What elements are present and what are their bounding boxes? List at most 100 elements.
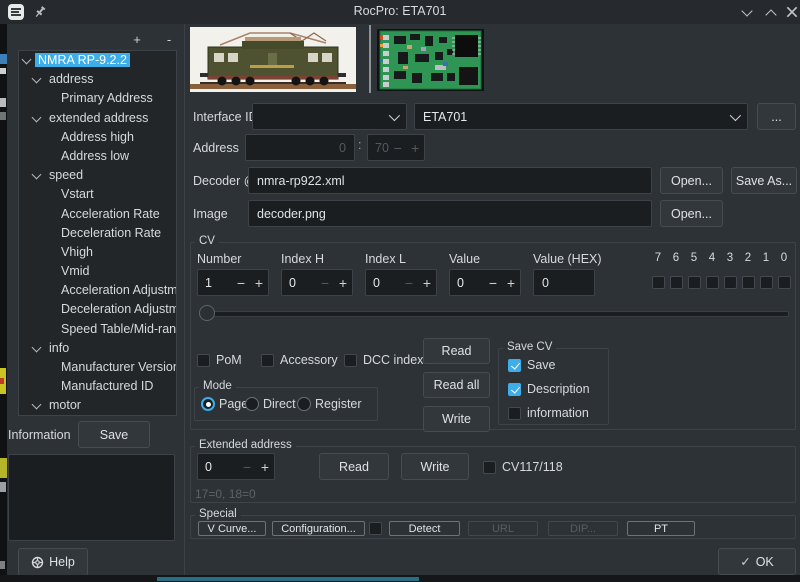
chevron-down-icon[interactable] (32, 342, 42, 352)
address-low-field[interactable]: 0 (245, 134, 355, 161)
tree-item-vmid[interactable]: Vmid (19, 262, 176, 281)
configuration-checkbox[interactable] (369, 522, 382, 535)
tree-item-manufactured-id[interactable]: Manufactured ID (19, 377, 176, 396)
bit-checkbox[interactable] (778, 276, 791, 289)
tree-item-info[interactable]: info (19, 339, 176, 358)
chevron-down-icon[interactable] (32, 170, 42, 180)
information-checkbox[interactable] (508, 407, 521, 420)
slider-handle[interactable] (199, 305, 215, 321)
tree-item-primary-address[interactable]: Primary Address (19, 89, 176, 108)
description-checkbox[interactable] (508, 383, 521, 396)
tree-item-vhigh[interactable]: Vhigh (19, 243, 176, 262)
tree-item-address[interactable]: address (19, 70, 176, 89)
register-radio[interactable] (297, 397, 311, 411)
tree-item-deceleration-rate[interactable]: Deceleration Rate (19, 224, 176, 243)
decrement-button[interactable]: − (238, 459, 256, 475)
read-all-button[interactable]: Read all (423, 372, 490, 398)
write-button[interactable]: Write (423, 406, 490, 432)
tree-item-deceleration-adjustme[interactable]: Deceleration Adjustme (19, 300, 176, 319)
dip-button[interactable]: DIP... (548, 521, 618, 536)
information-textarea[interactable] (8, 454, 175, 541)
tree-add-button[interactable]: + (128, 33, 146, 48)
tree-remove-button[interactable]: - (160, 33, 178, 48)
interface-id-select[interactable] (252, 103, 407, 130)
chevron-down-icon[interactable] (22, 55, 32, 65)
checkbox-label: Accessory (280, 353, 338, 367)
tree-item-address-high[interactable]: Address high (19, 128, 176, 147)
bit-checkbox[interactable] (742, 276, 755, 289)
v-curve-button[interactable]: V Curve... (198, 521, 266, 536)
pom-checkbox[interactable] (197, 354, 210, 367)
increment-button[interactable]: + (418, 275, 436, 291)
dcc-index-checkbox[interactable] (344, 354, 357, 367)
save-checkbox[interactable] (508, 359, 521, 372)
tree-item-nmra-rp-9-2-2[interactable]: NMRA RP-9.2.2 (19, 51, 176, 70)
decrement-button[interactable]: − (484, 275, 502, 291)
panel-splitter[interactable] (184, 24, 185, 575)
tree-item-address-low[interactable]: Address low (19, 147, 176, 166)
pt-button[interactable]: PT (627, 521, 695, 536)
more-button[interactable]: ... (757, 103, 796, 130)
bit-checkbox[interactable] (652, 276, 665, 289)
information-save-button[interactable]: Save (78, 421, 150, 448)
cv-number-spinner[interactable]: 1−+ (197, 269, 269, 296)
increment-button[interactable]: + (250, 275, 268, 291)
decoder-name-select[interactable]: ETA701 (414, 103, 748, 130)
address-high-spinner[interactable]: 70 − + (367, 134, 425, 161)
chevron-down-icon[interactable] (32, 112, 42, 122)
cv-value-spinner[interactable]: 0−+ (449, 269, 521, 296)
decrement-button[interactable]: − (232, 275, 250, 291)
decoder-tree[interactable]: NMRA RP-9.2.2addressPrimary Addressexten… (18, 50, 177, 416)
tree-item-motor[interactable]: motor (19, 396, 176, 415)
decoder-open-button[interactable]: Open... (660, 167, 723, 194)
ok-button[interactable]: ✓ OK (718, 548, 796, 575)
save-cv-options: SaveDescriptioninformation (508, 356, 606, 422)
decrement-button[interactable]: − (389, 140, 407, 156)
decoder-file-input[interactable] (248, 167, 652, 194)
tree-item-extended-address[interactable]: extended address (19, 109, 176, 128)
decrement-button[interactable]: − (316, 275, 334, 291)
increment-button[interactable]: + (502, 275, 520, 291)
tree-item-acceleration-adjustme[interactable]: Acceleration Adjustme (19, 281, 176, 300)
decoder-saveas-button[interactable]: Save As... (731, 167, 797, 194)
decrement-button[interactable]: − (400, 275, 418, 291)
direct-radio[interactable] (245, 397, 259, 411)
tree-item-speed-table-mid-rang[interactable]: Speed Table/Mid-rang (19, 320, 176, 339)
configuration-button[interactable]: Configuration... (272, 521, 365, 536)
page-radio[interactable] (201, 397, 215, 411)
cv-index-l-spinner[interactable]: 0−+ (365, 269, 437, 296)
cv-index-h-spinner[interactable]: 0−+ (281, 269, 353, 296)
bit-checkbox[interactable] (706, 276, 719, 289)
extended-address-spinner[interactable]: 0 − + (197, 453, 275, 480)
accessory-checkbox[interactable] (261, 354, 274, 367)
increment-button[interactable]: + (406, 140, 424, 156)
extended-read-button[interactable]: Read (319, 453, 389, 480)
detect-button[interactable]: Detect (389, 521, 460, 536)
image-open-button[interactable]: Open... (660, 200, 723, 227)
url-button[interactable]: URL (468, 521, 538, 536)
tree-item-speed[interactable]: speed (19, 166, 176, 185)
titlebar[interactable]: RocPro: ETA701 (0, 0, 800, 24)
chevron-down-icon[interactable] (32, 74, 42, 84)
maximize-button[interactable] (764, 5, 778, 19)
increment-button[interactable]: + (256, 459, 274, 475)
tree-item-manufacturer-version[interactable]: Manufacturer Version (19, 358, 176, 377)
bit-checkbox[interactable] (670, 276, 683, 289)
bit-checkbox[interactable] (760, 276, 773, 289)
minimize-button[interactable] (740, 5, 754, 19)
image-file-input[interactable] (248, 200, 652, 227)
cv-hex-input[interactable] (533, 269, 595, 296)
bit-checkbox[interactable] (724, 276, 737, 289)
tree-item-vstart[interactable]: Vstart (19, 185, 176, 204)
extended-address-group: Extended address 0 − + Read Write CV117/… (190, 446, 796, 503)
increment-button[interactable]: + (334, 275, 352, 291)
read-button[interactable]: Read (423, 338, 490, 364)
tree-item-acceleration-rate[interactable]: Acceleration Rate (19, 205, 176, 224)
help-button[interactable]: Help (18, 548, 88, 576)
extended-write-button[interactable]: Write (401, 453, 469, 480)
cv-value-slider[interactable] (197, 303, 791, 323)
chevron-down-icon[interactable] (32, 400, 42, 410)
cv117-118-checkbox[interactable] (483, 461, 496, 474)
bit-checkbox[interactable] (688, 276, 701, 289)
close-icon[interactable] (785, 5, 799, 19)
